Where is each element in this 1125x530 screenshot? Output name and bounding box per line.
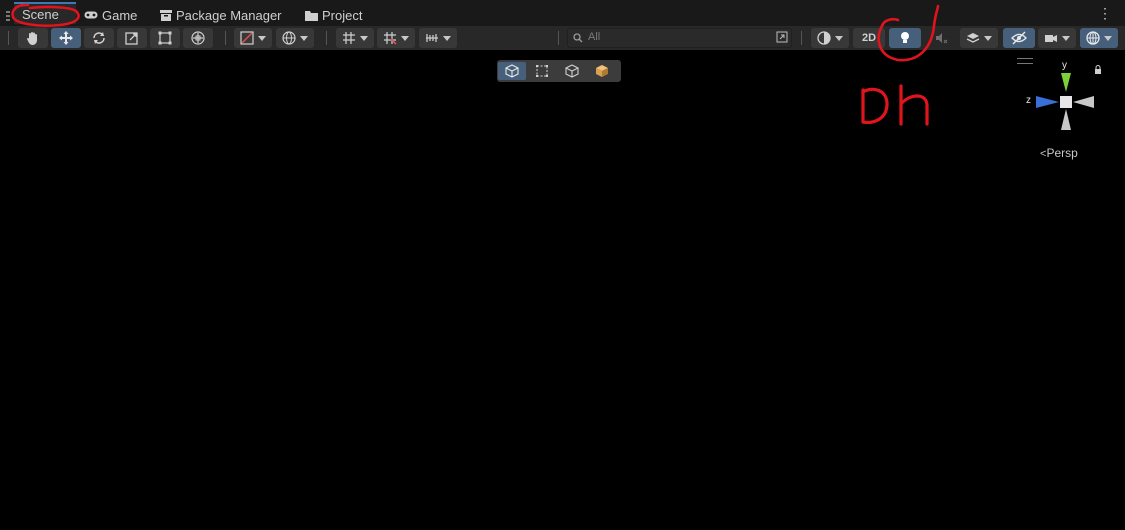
chevron-down-icon: [443, 35, 451, 41]
grid-snapping-dropdown[interactable]: [377, 28, 415, 48]
move-icon: [59, 31, 73, 45]
scene-overlay-toolbar: [497, 60, 621, 82]
rotate-icon: [93, 32, 105, 44]
rect-tool-button[interactable]: [150, 28, 180, 48]
scale-icon: [125, 32, 138, 45]
toolbar-separator: [801, 31, 802, 45]
2d-label: 2D: [861, 32, 877, 44]
projection-label: Persp: [1046, 146, 1078, 160]
scene-search-input[interactable]: All: [567, 28, 792, 48]
tab-game[interactable]: Game: [84, 4, 137, 26]
camera-icon: [1045, 35, 1057, 42]
projection-toggle[interactable]: <Persp: [1040, 146, 1078, 160]
overlay-cube-button[interactable]: [498, 62, 526, 80]
lightbulb-icon: [901, 32, 909, 43]
chevron-down-icon: [984, 35, 992, 41]
more-options-icon[interactable]: ⋮: [1098, 6, 1112, 20]
search-placeholder: All: [588, 31, 601, 43]
overlay-orange-cube-button[interactable]: [588, 62, 616, 80]
chevron-down-icon: [300, 35, 308, 41]
chevron-down-icon: [1104, 35, 1112, 41]
eye-slash-icon: [1011, 31, 1027, 45]
chevron-down-icon: [1062, 35, 1070, 41]
hand-icon: [27, 32, 37, 45]
scene-toolbar: All 2D: [0, 26, 1125, 50]
tab-scene[interactable]: Scene: [14, 2, 76, 24]
folder-icon: [305, 10, 318, 21]
ruler-icon: [426, 34, 438, 42]
tab-project[interactable]: Project: [305, 4, 362, 26]
axis-z-label: z: [1026, 95, 1031, 106]
pivot-icon: [240, 31, 254, 45]
toolbar-separator: [225, 31, 226, 45]
grid-visibility-dropdown[interactable]: [336, 28, 374, 48]
rect-select-icon: [536, 65, 548, 77]
cube-wireframe-icon: [505, 64, 519, 78]
search-filter-icon[interactable]: [776, 31, 788, 43]
package-icon: [160, 9, 172, 21]
gamepad-icon: [84, 11, 98, 19]
audio-toggle[interactable]: [925, 28, 957, 48]
tab-label: Package Manager: [176, 7, 282, 23]
toolbar-separator: [8, 31, 9, 45]
2d-mode-toggle[interactable]: 2D: [853, 28, 885, 48]
overlay-box-button[interactable]: [558, 62, 586, 80]
effects-dropdown[interactable]: [960, 28, 998, 48]
drag-handle-icon[interactable]: [6, 8, 10, 21]
transform-all-icon: [191, 31, 205, 45]
axis-gizmo-icon: [1036, 73, 1094, 130]
tab-label: Scene: [22, 6, 59, 22]
grid-icon: [343, 32, 355, 44]
chevron-down-icon: [258, 35, 266, 41]
solid-cube-icon: [596, 65, 608, 77]
tab-label: Game: [102, 7, 138, 23]
cube-icon: [565, 64, 579, 78]
chevron-down-icon: [360, 35, 368, 41]
hidden-objects-toggle[interactable]: [1003, 28, 1035, 48]
tab-package-manager[interactable]: Package Manager: [160, 4, 282, 26]
scene-viewport[interactable]: [0, 50, 1125, 530]
camera-settings-dropdown[interactable]: [1038, 28, 1076, 48]
audio-muted-icon: [936, 33, 948, 44]
gizmo-globe-icon: [1086, 31, 1100, 45]
toolbar-separator: [326, 31, 327, 45]
chevron-down-icon: [835, 35, 843, 41]
shaded-sphere-icon: [817, 31, 831, 45]
rotate-tool-button[interactable]: [84, 28, 114, 48]
toolbar-separator: [558, 31, 559, 45]
scene-lighting-toggle[interactable]: [889, 28, 921, 48]
chevron-down-icon: [401, 35, 409, 41]
tab-label: Project: [322, 7, 363, 23]
rect-transform-icon: [158, 31, 172, 45]
draw-mode-dropdown[interactable]: [811, 28, 849, 48]
scale-tool-button[interactable]: [117, 28, 147, 48]
layers-icon: [966, 33, 980, 43]
search-icon: [573, 33, 583, 43]
pivot-rotation-dropdown[interactable]: [276, 28, 314, 48]
pivot-mode-dropdown[interactable]: [234, 28, 272, 48]
tab-bar: Scene Game Package Manager Project ⋮: [0, 0, 1125, 26]
transform-tool-button[interactable]: [183, 28, 213, 48]
move-tool-button[interactable]: [51, 28, 81, 48]
overlay-rect-button[interactable]: [528, 62, 556, 80]
grid-snap-icon: [384, 32, 397, 45]
axis-y-label: y: [1062, 60, 1067, 71]
hand-tool-button[interactable]: [18, 28, 48, 48]
globe-icon: [282, 31, 296, 45]
increment-snapping-dropdown[interactable]: [419, 28, 457, 48]
gizmos-dropdown[interactable]: [1080, 28, 1118, 48]
